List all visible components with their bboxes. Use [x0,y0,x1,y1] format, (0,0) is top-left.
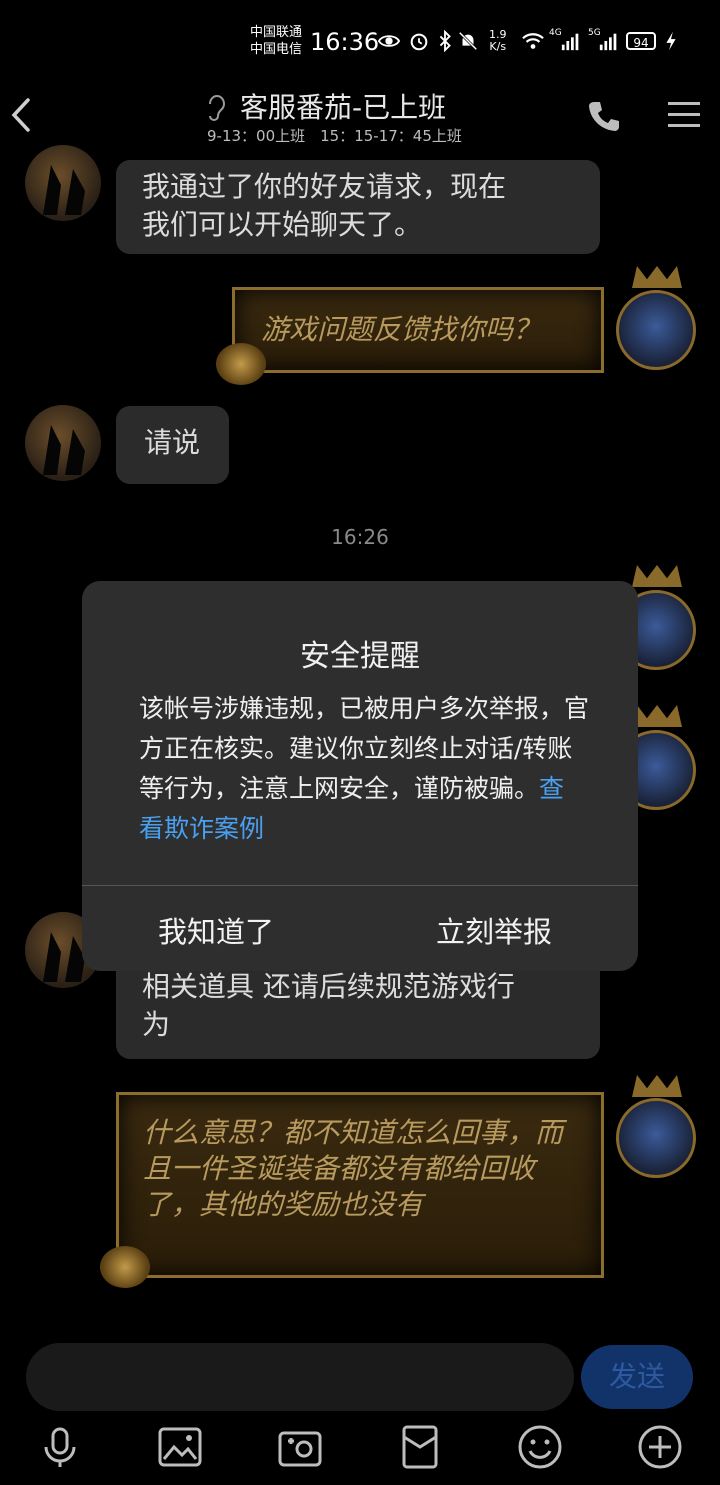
image-icon[interactable] [156,1423,204,1471]
bubble-ornament [216,343,266,385]
message-bubble[interactable]: 请说 [116,406,229,484]
red-packet-icon[interactable] [396,1423,444,1471]
message-line: 我们可以开始聊天了。 [142,208,423,241]
dialog-message: 该帐号涉嫌违规，已被用户多次举报，官方正在核实。建议你立刻终止对话/转账等行为，… [139,694,590,803]
net-speed: 1.9 K/s [489,29,507,53]
message-bubble[interactable]: 什么意思？都不知道怎么回事，而且一件圣诞装备都没有都给回收了，其他的奖励也没有 [116,1092,604,1278]
alarm-icon [410,33,428,51]
mute-bell-icon [458,31,478,51]
chat-subtitle: 9-13：00上班 15：15-17：45上班 [207,127,462,145]
message-text: 什么意思？都不知道怎么回事，而且一件圣诞装备都没有都给回收了，其他的奖励也没有 [143,1116,564,1221]
crown-icon [632,705,682,727]
eye-icon [378,35,400,47]
avatar[interactable] [25,405,101,481]
penguin-avatar-icon [43,425,85,475]
carrier-1: 中国联通 [250,25,303,40]
message-text: 请说 [144,426,201,459]
net-speed-unit: K/s [489,40,507,53]
signal-2-icon [599,33,617,51]
carrier-labels: 中国联通 中国电信 [250,24,302,58]
avatar[interactable] [616,1098,696,1178]
voice-icon[interactable] [36,1423,84,1471]
ear-icon [209,95,226,121]
message-line: 相关道具 还请后续规范游戏行 [142,970,515,1003]
plus-icon[interactable] [636,1423,684,1471]
bubble-ornament [100,1246,150,1288]
penguin-avatar-icon [43,165,85,215]
phone-icon[interactable] [586,98,622,134]
battery-level: 94 [626,32,656,50]
security-dialog: 安全提醒 该帐号涉嫌违规，已被用户多次举报，官方正在核实。建议你立刻终止对话/转… [82,581,638,971]
crown-icon [632,1075,682,1097]
dialog-body: 该帐号涉嫌违规，已被用户多次举报，官方正在核实。建议你立刻终止对话/转账等行为，… [139,689,589,849]
message-line: 为 [142,1008,171,1041]
crown-icon [632,565,682,587]
message-bubble[interactable]: 我通过了你的好友请求，现在 我们可以开始聊天了。 [116,160,600,254]
message-line: 我通过了你的好友请求，现在 [142,170,507,203]
status-time: 16:36 [310,28,380,56]
timestamp: 16:26 [331,525,389,549]
message-bubble[interactable]: 游戏问题反馈找你吗？ [232,287,604,373]
send-button[interactable]: 发送 [581,1345,693,1409]
camera-icon[interactable] [276,1423,324,1471]
dialog-divider [82,885,638,886]
wifi-icon [522,33,544,49]
carrier-2: 中国电信 [250,42,303,57]
bluetooth-icon [439,30,451,52]
message-input[interactable] [26,1343,574,1411]
signal-1-icon [561,33,579,51]
report-button[interactable]: 立刻举报 [436,909,552,951]
chat-title: 客服番茄-已上班 [240,91,447,124]
crown-icon [632,266,682,288]
back-arrow-icon[interactable] [8,96,36,134]
menu-icon[interactable] [666,98,702,132]
message-text: 游戏问题反馈找你吗？ [261,313,542,346]
avatar[interactable] [616,290,696,370]
avatar[interactable] [25,145,101,221]
acknowledge-button[interactable]: 我知道了 [158,909,274,951]
emoji-icon[interactable] [516,1423,564,1471]
charging-icon [666,31,676,51]
dialog-title: 安全提醒 [300,639,420,674]
